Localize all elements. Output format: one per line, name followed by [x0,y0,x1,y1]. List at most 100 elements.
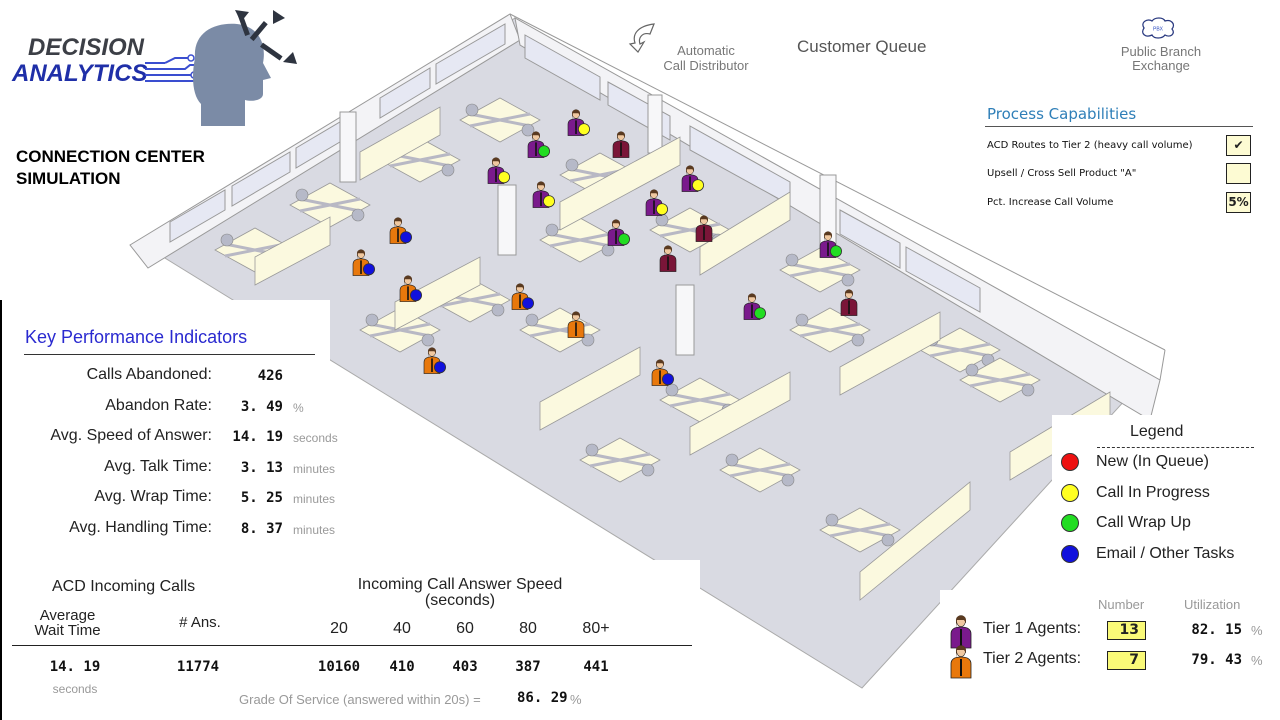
answer-speed-title: Incoming Call Answer Speed (seconds) [330,577,590,609]
answer-speed-bucket-value: 441 [583,659,609,675]
agent-status-dot-icon [362,263,375,276]
kpi-value: 14. 19 [232,429,283,445]
acd-incoming-title: ACD Incoming Calls [52,578,196,595]
answer-speed-bucket-label: 20 [330,620,348,637]
app-title: CONNECTION CENTER SIMULATION [16,146,205,190]
tier-agents-number-input[interactable]: 7 [1107,651,1146,670]
answer-speed-bucket-label: 60 [456,620,474,637]
answer-speed-bucket-label: 40 [393,620,411,637]
kpi-divider [24,354,315,355]
agent-figure-icon [950,645,972,679]
grade-of-service-value: 86. 29 [517,690,568,706]
app-title-line2: SIMULATION [16,169,121,188]
grade-of-service-label: Grade Of Service (answered within 20s) = [239,692,481,707]
answer-speed-bucket-value: 387 [515,659,541,675]
acd-label-line2: Call Distributor [663,58,749,73]
agent-status-dot-icon [543,195,556,208]
kpi-value: 8. 37 [240,521,283,537]
acd-routes-tier2-checkbox[interactable]: ✔ [1226,135,1251,156]
agent-status-dot-icon [754,307,767,320]
answer-speed-bucket-value: 410 [389,659,415,675]
kpi-value: 5. 25 [240,490,283,506]
kpi-label: Avg. Wrap Time: [94,488,212,505]
legend-divider [1097,447,1254,448]
pc-label-acd-routes: ACD Routes to Tier 2 (heavy call volume) [987,140,1193,151]
pbx-label-line1: Public Branch [1120,44,1202,59]
legend-status-dot-icon [1061,484,1079,502]
answer-speed-title-line2: (seconds) [424,592,496,609]
kpi-unit: % [293,401,304,415]
agent-status-dot-icon [618,233,631,246]
answered-value: 11774 [176,659,220,675]
kpi-label: Avg. Speed of Answer: [50,427,212,444]
legend-title: Legend [1130,423,1184,440]
grade-of-service-unit: % [570,692,582,707]
upsell-cross-sell-checkbox[interactable] [1226,163,1251,184]
kpi-value: 426 [257,368,283,384]
agents-utilization-header: Utilization [1184,597,1241,612]
tier-agents-utilization: 82. 15 [1191,622,1242,638]
tier-agents-utilization-unit: % [1251,653,1263,668]
legend-item-label: Call In Progress [1096,484,1210,501]
acd-table-divider [12,645,692,646]
agent-status-dot-icon [656,203,669,216]
pbx-cloud-icon: PBX [1142,17,1175,39]
agent-status-dot-icon [538,145,551,158]
avg-wait-header-line1: Average [39,607,96,624]
avg-wait-value: 14. 19 [49,659,101,675]
answer-speed-bucket-label: 80 [519,620,537,637]
process-capabilities-title: Process Capabilities [987,105,1137,123]
tier-agents-utilization-unit: % [1251,623,1263,638]
kpi-value: 3. 49 [240,399,283,415]
avg-wait-header-line2: Wait Time [34,622,101,639]
kpi-title: Key Performance Indicators [25,327,248,347]
head-circuit-icon [145,10,297,126]
agent-status-dot-icon [409,289,422,302]
agent-status-dot-icon [578,123,591,136]
pc-label-call-volume: Pct. Increase Call Volume [987,197,1114,208]
kpi-label: Calls Abandoned: [86,366,212,383]
agent-status-dot-icon [830,245,843,258]
kpi-panel [0,300,330,720]
agent-status-dot-icon [433,361,446,374]
app-title-line1: CONNECTION CENTER [16,147,205,166]
kpi-unit: minutes [293,492,336,506]
agents-number-header: Number [1098,597,1145,612]
kpi-label: Avg. Talk Time: [104,458,212,475]
legend-item-label: New (In Queue) [1096,453,1209,470]
legend-item-label: Email / Other Tasks [1096,545,1235,562]
process-capabilities-divider [985,126,1253,127]
legend-item-label: Call Wrap Up [1096,514,1191,531]
tier-agent-avatar-icon [950,645,972,679]
legend-status-dot-icon [1061,453,1079,471]
pbx-label: Public Branch Exchange [1106,45,1216,73]
kpi-unit: seconds [293,431,338,445]
acd-arrow-icon [628,23,655,53]
pbx-label-line2: Exchange [1132,58,1190,73]
tier-agents-number-input[interactable]: 13 [1107,621,1146,640]
tier-agents-label: Tier 1 Agents: [983,620,1082,637]
avg-wait-unit: seconds [52,682,98,696]
agent-status-dot-icon [522,297,535,310]
pc-label-upsell: Upsell / Cross Sell Product "A" [987,168,1137,179]
legend-status-dot-icon [1061,514,1079,532]
logo-text-decision: DECISION [28,34,145,61]
legend-status-dot-icon [1061,545,1079,563]
agent-status-dot-icon [399,231,412,244]
avg-wait-header: Average Wait Time [20,608,115,638]
kpi-label: Avg. Handling Time: [69,519,212,536]
pbx-icon-text: PBX [1153,27,1164,33]
agent-status-dot-icon [662,373,675,386]
call-volume-increase-input[interactable]: 5% [1226,192,1251,213]
answered-header: # Ans. [179,614,221,631]
acd-label-line1: Automatic [677,43,735,58]
answer-speed-bucket-value: 403 [452,659,478,675]
agent-status-dot-icon [692,179,705,192]
logo-text-analytics: ANALYTICS [12,60,148,87]
kpi-value: 3. 13 [240,460,283,476]
answer-speed-bucket-value: 10160 [317,659,361,675]
acd-label: Automatic Call Distributor [652,43,760,73]
kpi-unit: minutes [293,523,336,537]
customer-queue-label: Customer Queue [797,37,927,56]
tier-agents-label: Tier 2 Agents: [983,650,1082,667]
